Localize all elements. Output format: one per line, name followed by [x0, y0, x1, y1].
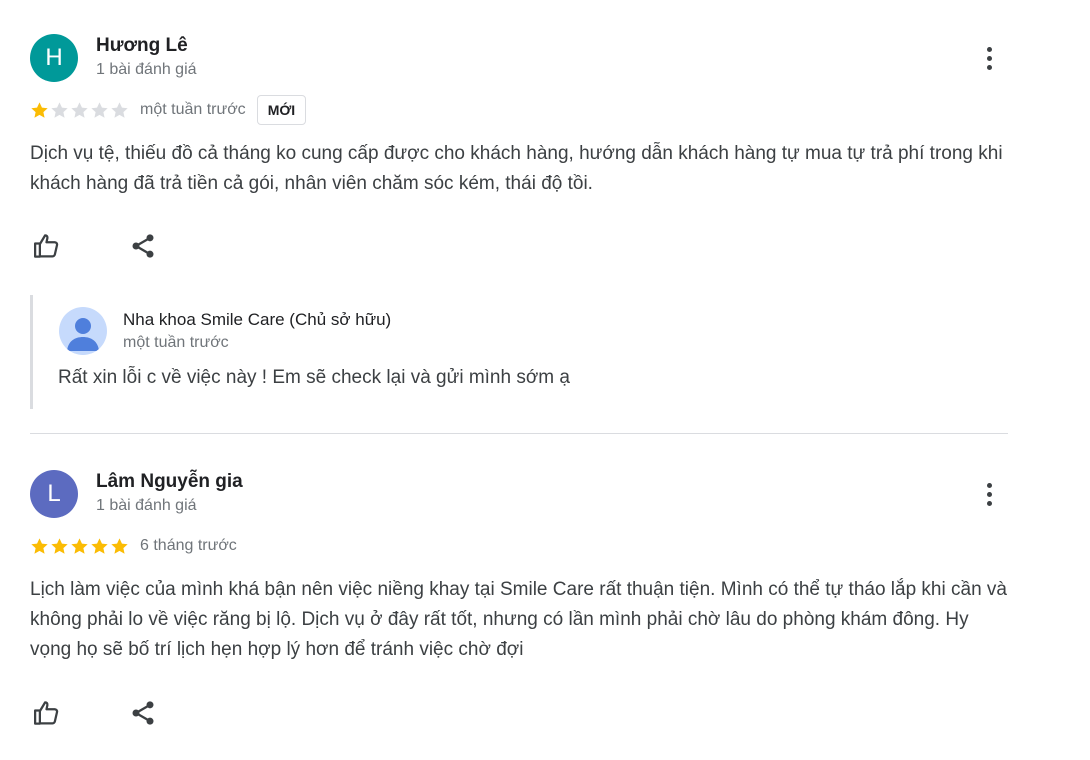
review-time: 6 tháng trước [140, 537, 237, 554]
author-name[interactable]: Lâm Nguyễn gia [96, 471, 243, 493]
star-rating [30, 101, 129, 120]
star-empty-icon [111, 101, 128, 118]
share-button[interactable] [126, 229, 160, 263]
share-button[interactable] [126, 696, 160, 730]
star-rating [30, 537, 129, 556]
star-filled-icon [51, 537, 68, 554]
review-time: một tuần trước [140, 101, 246, 118]
more-vert-icon [986, 46, 992, 52]
star-empty-icon [91, 101, 108, 118]
star-empty-icon [71, 101, 88, 118]
more-vert-icon [986, 482, 992, 488]
thumbs-up-icon [34, 234, 59, 258]
review-text: Dịch vụ tệ, thiếu đồ cả tháng ko cung cấ… [30, 143, 1003, 194]
more-options-button[interactable] [969, 474, 1009, 514]
new-badge: MỚI [256, 95, 307, 125]
author-name[interactable]: Hương Lê [96, 35, 188, 57]
owner-reply: Nha khoa Smile Care (Chủ sở hữu) một tuầ… [30, 295, 1011, 409]
review-actions [30, 229, 160, 263]
avatar[interactable]: H [30, 34, 78, 82]
like-button[interactable] [30, 696, 64, 730]
share-icon [132, 701, 154, 725]
like-button[interactable] [30, 229, 64, 263]
rating-row: một tuần trước MỚI [30, 95, 307, 125]
review-text: Lịch làm việc của mình khá bận nên việc … [30, 579, 1007, 660]
review-count: 1 bài đánh giá [96, 497, 197, 514]
share-icon [132, 234, 154, 258]
star-filled-icon [91, 537, 108, 554]
owner-reply-text: Rất xin lỗi c về việc này ! Em sẽ check … [58, 367, 570, 388]
star-filled-icon [31, 101, 48, 118]
default-profile-icon [67, 318, 99, 351]
star-filled-icon [71, 537, 88, 554]
owner-avatar [59, 307, 107, 355]
avatar[interactable]: L [30, 470, 78, 518]
star-filled-icon [111, 537, 128, 554]
star-filled-icon [31, 537, 48, 554]
review-actions [30, 696, 160, 730]
more-options-button[interactable] [969, 38, 1009, 78]
review-card: H Hương Lê 1 bài đánh giá một tuần trước… [30, 0, 1008, 430]
thumbs-up-icon [34, 701, 59, 725]
review-card: L Lâm Nguyễn gia 1 bài đánh giá 6 tháng … [30, 434, 1008, 760]
rating-row: 6 tháng trước [30, 531, 237, 561]
star-empty-icon [51, 101, 68, 118]
review-count: 1 bài đánh giá [96, 61, 197, 78]
owner-reply-time: một tuần trước [123, 334, 229, 351]
owner-name: Nha khoa Smile Care (Chủ sở hữu) [123, 310, 392, 329]
